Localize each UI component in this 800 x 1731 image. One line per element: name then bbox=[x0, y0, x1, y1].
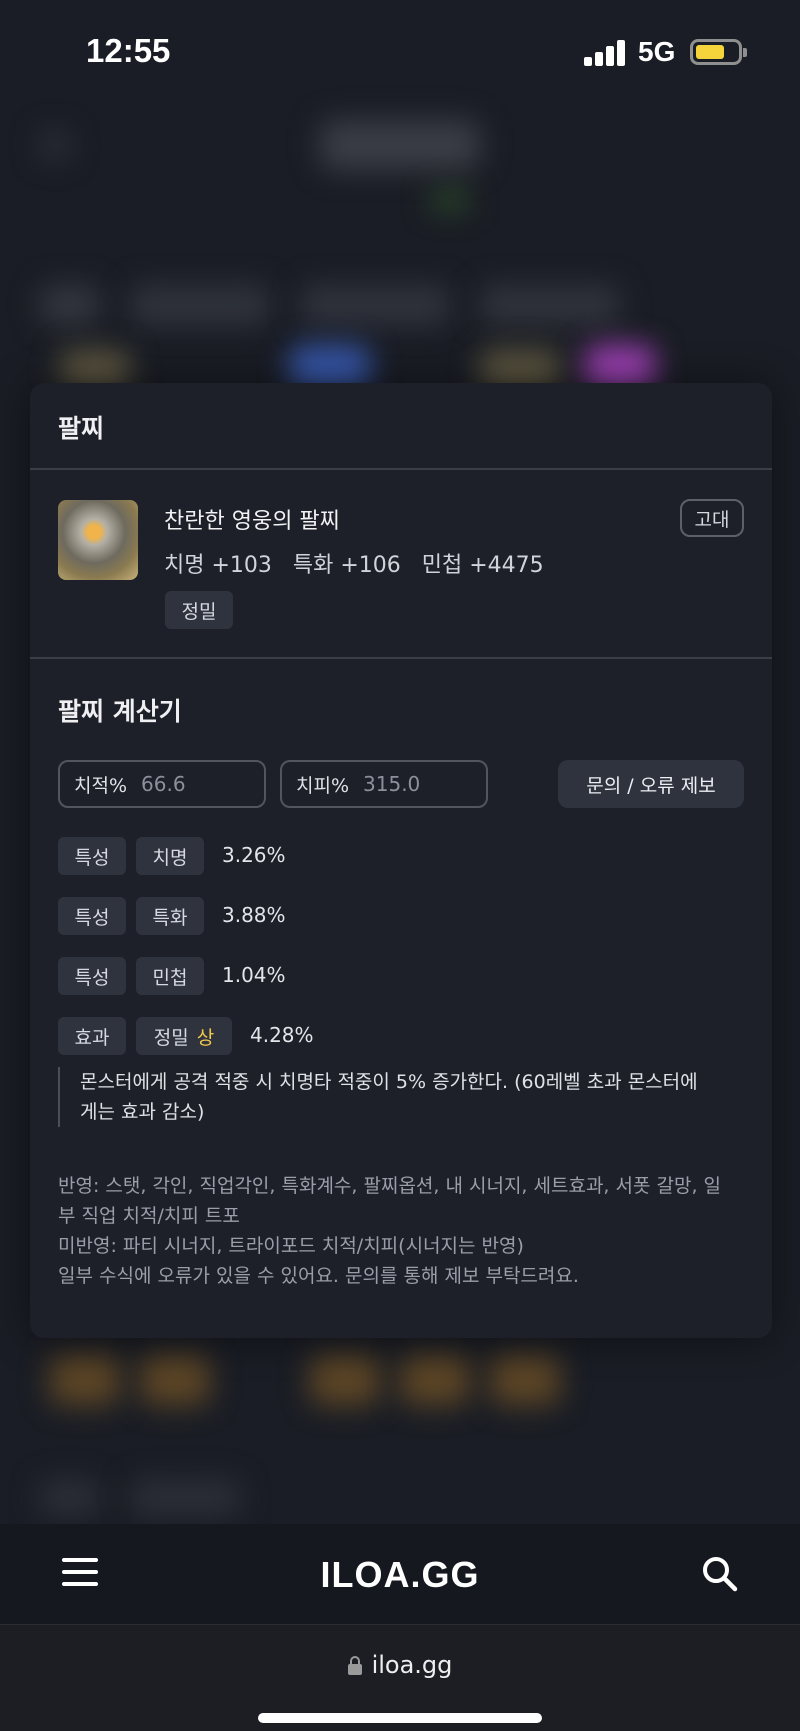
note-line: 일부 수식에 오류가 있을 수 있어요. 문의를 통해 제보 부탁드려요. bbox=[58, 1265, 579, 1287]
row-type-badge: 특성 bbox=[58, 837, 126, 875]
item-stats: 치명 +103 특화 +106 민첩 +4475 bbox=[164, 553, 544, 578]
tier-badge: 고대 bbox=[680, 499, 744, 537]
row-name-badge: 치명 bbox=[136, 837, 204, 875]
signal-icon bbox=[584, 40, 626, 66]
calculator-notes: 반영: 스탯, 각인, 직업각인, 특화계수, 팔찌옵션, 내 시너지, 세트효… bbox=[58, 1171, 738, 1291]
row-name-badge: 특화 bbox=[136, 897, 204, 935]
note-line: 반영: 스탯, 각인, 직업각인, 특화계수, 팔찌옵션, 내 시너지, 세트효… bbox=[58, 1175, 722, 1227]
row-value: 3.88% bbox=[222, 903, 286, 927]
divider bbox=[30, 657, 772, 659]
status-time: 12:55 bbox=[86, 32, 171, 69]
effect-name-badge: 정밀 상 bbox=[136, 1017, 232, 1055]
row-type-badge: 특성 bbox=[58, 897, 126, 935]
network-type: 5G bbox=[638, 36, 676, 67]
crit-rate-label: 치적% bbox=[74, 774, 128, 797]
crit-rate-field[interactable]: 치적% bbox=[58, 760, 266, 808]
report-button[interactable]: 문의 / 오류 제보 bbox=[558, 760, 744, 808]
row-value: 3.26% bbox=[222, 843, 286, 867]
crit-damage-label: 치피% bbox=[296, 774, 350, 797]
note-line: 미반영: 파티 시너지, 트라이포드 치적/치피(시너지는 반영) bbox=[58, 1235, 524, 1257]
browser-url-bar: iloa.gg bbox=[0, 1624, 800, 1731]
item-name: 찬란한 영웅의 팔찌 bbox=[164, 509, 340, 534]
effect-type-badge: 효과 bbox=[58, 1017, 126, 1055]
bottom-nav: ILOA.GG bbox=[0, 1524, 800, 1624]
crit-damage-input[interactable] bbox=[363, 772, 454, 796]
row-name-badge: 민첩 bbox=[136, 957, 204, 995]
row-value: 1.04% bbox=[222, 963, 286, 987]
status-bar: 12:55 5G bbox=[0, 0, 800, 105]
site-logo[interactable]: ILOA.GG bbox=[0, 1554, 800, 1596]
bracelet-image bbox=[58, 500, 138, 580]
crit-damage-field[interactable]: 치피% bbox=[280, 760, 488, 808]
search-icon[interactable] bbox=[700, 1554, 740, 1594]
battery-icon bbox=[690, 39, 747, 65]
url-text: iloa.gg bbox=[371, 1651, 453, 1679]
bracelet-modal: 팔찌 찬란한 영웅의 팔찌 치명 +103 특화 +106 민첩 +4475 정… bbox=[30, 383, 772, 1338]
effect-description: 몬스터에게 공격 적중 시 치명타 적중이 5% 증가한다. (60레벨 초과 … bbox=[58, 1067, 708, 1127]
item-tag: 정밀 bbox=[165, 591, 233, 629]
home-indicator[interactable] bbox=[258, 1713, 542, 1723]
effect-value: 4.28% bbox=[250, 1023, 314, 1047]
url-display[interactable]: iloa.gg bbox=[0, 1651, 800, 1679]
row-type-badge: 특성 bbox=[58, 957, 126, 995]
crit-rate-input[interactable] bbox=[141, 772, 232, 796]
modal-title: 팔찌 bbox=[58, 414, 105, 443]
lock-icon bbox=[347, 1656, 362, 1675]
calculator-title: 팔찌 계산기 bbox=[58, 697, 182, 726]
divider bbox=[30, 468, 772, 470]
effect-grade: 상 bbox=[196, 1026, 215, 1049]
effect-name: 정밀 bbox=[153, 1026, 189, 1049]
